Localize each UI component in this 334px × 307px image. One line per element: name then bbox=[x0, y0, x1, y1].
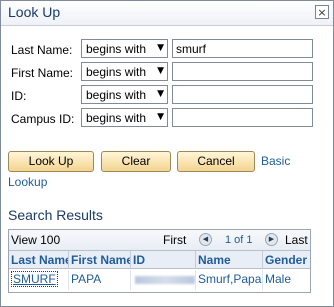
search-results-title: Search Results bbox=[8, 207, 103, 223]
table-row-first-name[interactable]: PAPA bbox=[69, 270, 131, 290]
last-label: Last bbox=[285, 233, 308, 247]
dialog-title: Look Up bbox=[8, 4, 61, 20]
column-header-last-name[interactable]: Last Name bbox=[9, 251, 69, 269]
criteria-row-campus-id: Campus ID: begins with ▼ bbox=[1, 108, 333, 130]
last-name-label: Last Name: bbox=[11, 43, 73, 57]
criteria-row-first-name: First Name: begins with ▼ bbox=[1, 62, 333, 84]
dialog-titlebar: Look Up × bbox=[1, 1, 333, 26]
next-arrow-icon[interactable]: ▶ bbox=[265, 233, 278, 246]
chevron-down-icon: ▼ bbox=[157, 89, 164, 99]
criteria-row-last-name: Last Name: begins with ▼ smurf bbox=[1, 39, 333, 61]
column-header-gender[interactable]: Gender bbox=[263, 251, 310, 269]
result-last-name-link[interactable]: SMURF bbox=[11, 271, 58, 287]
id-label: ID: bbox=[11, 89, 27, 103]
first-name-input[interactable] bbox=[172, 62, 313, 81]
last-name-input[interactable]: smurf bbox=[172, 39, 313, 58]
table-row-id[interactable] bbox=[131, 270, 196, 290]
page-info: 1 of 1 bbox=[225, 234, 253, 246]
id-operator-value: begins with bbox=[86, 88, 147, 102]
search-results-grid: View 100 First ◀ 1 of 1 ▶ Last Last Name… bbox=[8, 229, 311, 293]
view-100-label: View 100 bbox=[11, 233, 61, 247]
last-name-operator-value: begins with bbox=[86, 42, 147, 56]
first-name-operator-select[interactable]: begins with ▼ bbox=[81, 62, 168, 81]
lookup-dialog: Look Up × Last Name: begins with ▼ smurf… bbox=[0, 0, 334, 307]
redacted-id bbox=[135, 276, 195, 284]
table-row-gender[interactable]: Male bbox=[263, 270, 310, 290]
campus-id-operator-value: begins with bbox=[86, 111, 147, 125]
column-header-id[interactable]: ID bbox=[131, 251, 196, 269]
basic-lookup-link-line2[interactable]: Lookup bbox=[8, 175, 47, 189]
prev-arrow-icon[interactable]: ◀ bbox=[199, 233, 212, 246]
table-row-last-name[interactable]: SMURF bbox=[9, 270, 69, 290]
chevron-down-icon: ▼ bbox=[157, 112, 164, 122]
clear-button[interactable]: Clear bbox=[101, 151, 171, 172]
chevron-down-icon: ▼ bbox=[157, 66, 164, 76]
cancel-button[interactable]: Cancel bbox=[177, 151, 255, 172]
id-input[interactable] bbox=[172, 85, 313, 104]
chevron-down-icon: ▼ bbox=[157, 43, 164, 53]
campus-id-operator-select[interactable]: begins with ▼ bbox=[81, 108, 168, 127]
basic-lookup-link[interactable]: Basic bbox=[261, 154, 290, 168]
column-header-name[interactable]: Name bbox=[196, 251, 263, 269]
first-label: First bbox=[163, 233, 187, 247]
look-up-button[interactable]: Look Up bbox=[8, 151, 94, 172]
id-operator-select[interactable]: begins with ▼ bbox=[81, 85, 168, 104]
campus-id-label: Campus ID: bbox=[11, 112, 75, 126]
first-name-label: First Name: bbox=[11, 66, 74, 80]
first-name-operator-value: begins with bbox=[86, 65, 147, 79]
grid-navigation-bar: View 100 First ◀ 1 of 1 ▶ Last bbox=[9, 230, 310, 251]
close-icon[interactable]: × bbox=[315, 5, 329, 19]
campus-id-input[interactable] bbox=[172, 108, 313, 127]
criteria-row-id: ID: begins with ▼ bbox=[1, 85, 333, 107]
column-header-first-name[interactable]: First Name bbox=[69, 251, 131, 269]
table-row-name[interactable]: Smurf,Papa bbox=[196, 270, 263, 290]
last-name-operator-select[interactable]: begins with ▼ bbox=[81, 39, 168, 58]
